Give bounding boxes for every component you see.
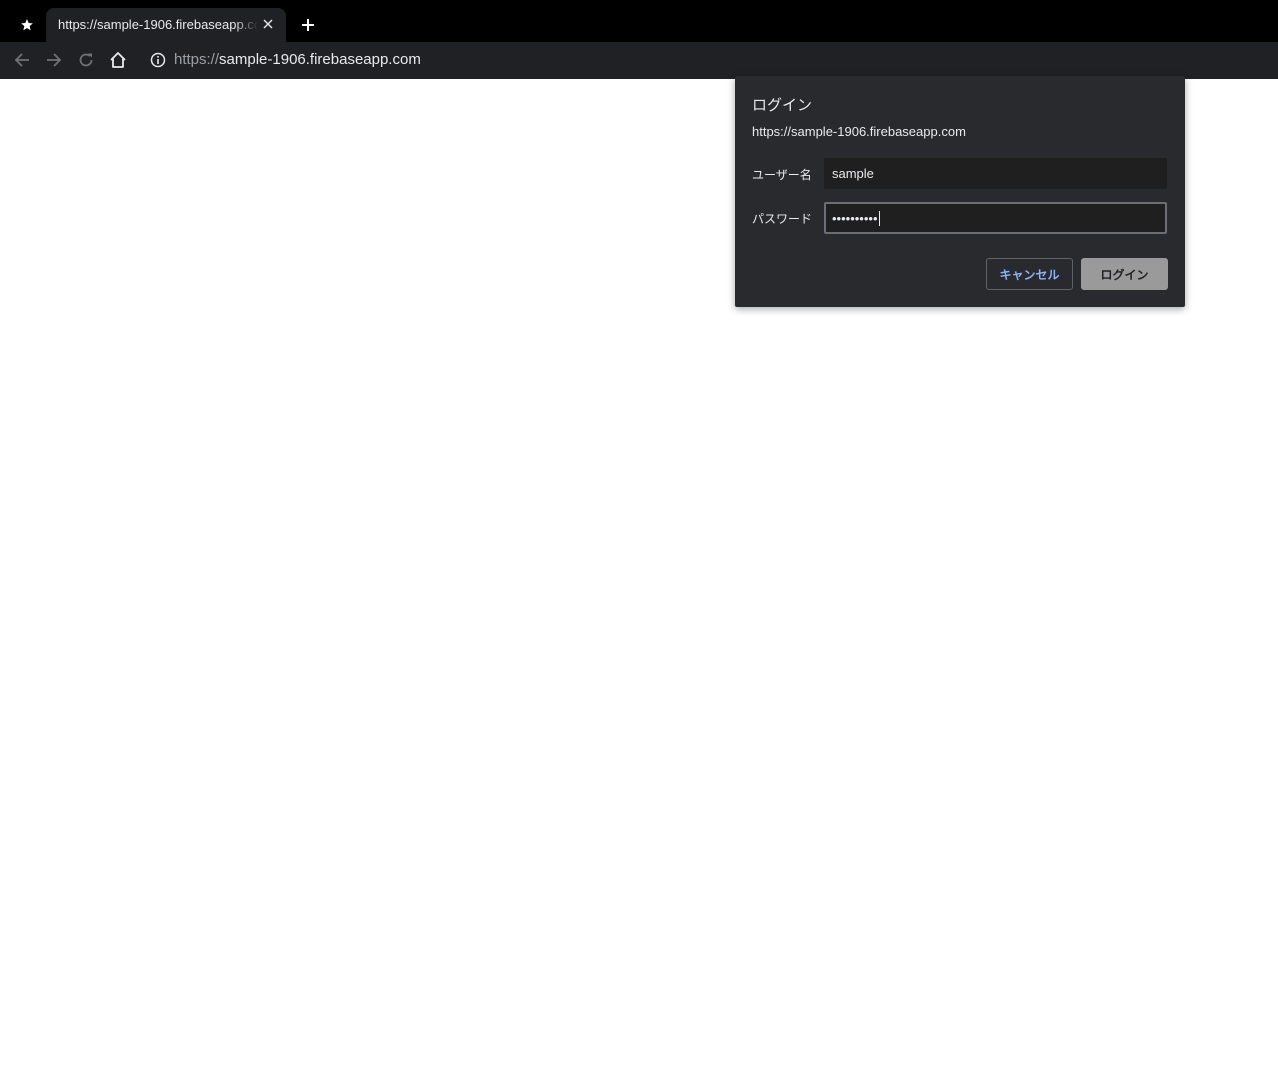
cancel-button[interactable]: キャンセル bbox=[986, 258, 1073, 290]
back-button[interactable] bbox=[10, 48, 34, 72]
url-scheme: https:// bbox=[174, 51, 220, 68]
address-bar[interactable]: https://sample-1906.firebaseapp.com bbox=[174, 51, 421, 68]
forward-button[interactable] bbox=[42, 48, 66, 72]
bookmark-button[interactable] bbox=[14, 12, 40, 38]
tab-title: https://sample-1906.firebaseapp.com bbox=[58, 17, 258, 32]
password-label: パスワード bbox=[752, 212, 813, 226]
arrow-left-icon bbox=[14, 53, 29, 67]
reload-button[interactable] bbox=[74, 48, 98, 72]
username-field[interactable]: sample bbox=[824, 158, 1167, 189]
info-icon[interactable] bbox=[150, 52, 166, 68]
username-value: sample bbox=[832, 166, 874, 181]
star-icon bbox=[21, 19, 33, 31]
password-field[interactable]: •••••••••• bbox=[824, 202, 1167, 234]
close-icon bbox=[263, 19, 273, 29]
tab-active[interactable]: https://sample-1906.firebaseapp.com bbox=[46, 8, 286, 42]
url-host: sample-1906.firebaseapp.com bbox=[219, 51, 421, 68]
dialog-title: ログイン bbox=[752, 97, 813, 114]
text-caret bbox=[878, 210, 880, 226]
new-tab-button[interactable] bbox=[296, 13, 320, 37]
home-icon bbox=[110, 52, 126, 68]
dialog-origin: https://sample-1906.firebaseapp.com bbox=[752, 124, 966, 139]
login-dialog: ログイン https://sample-1906.firebaseapp.com… bbox=[735, 76, 1185, 307]
login-button[interactable]: ログイン bbox=[1081, 258, 1168, 290]
tab-strip: https://sample-1906.firebaseapp.com bbox=[0, 0, 1278, 42]
password-value: •••••••••• bbox=[832, 210, 878, 226]
home-button[interactable] bbox=[106, 48, 130, 72]
reload-icon bbox=[79, 53, 93, 67]
arrow-right-icon bbox=[47, 53, 62, 67]
username-label: ユーザー名 bbox=[752, 168, 812, 182]
tab-close-button[interactable] bbox=[260, 16, 276, 32]
browser-toolbar: https://sample-1906.firebaseapp.com bbox=[0, 42, 1278, 79]
plus-icon bbox=[302, 19, 314, 31]
